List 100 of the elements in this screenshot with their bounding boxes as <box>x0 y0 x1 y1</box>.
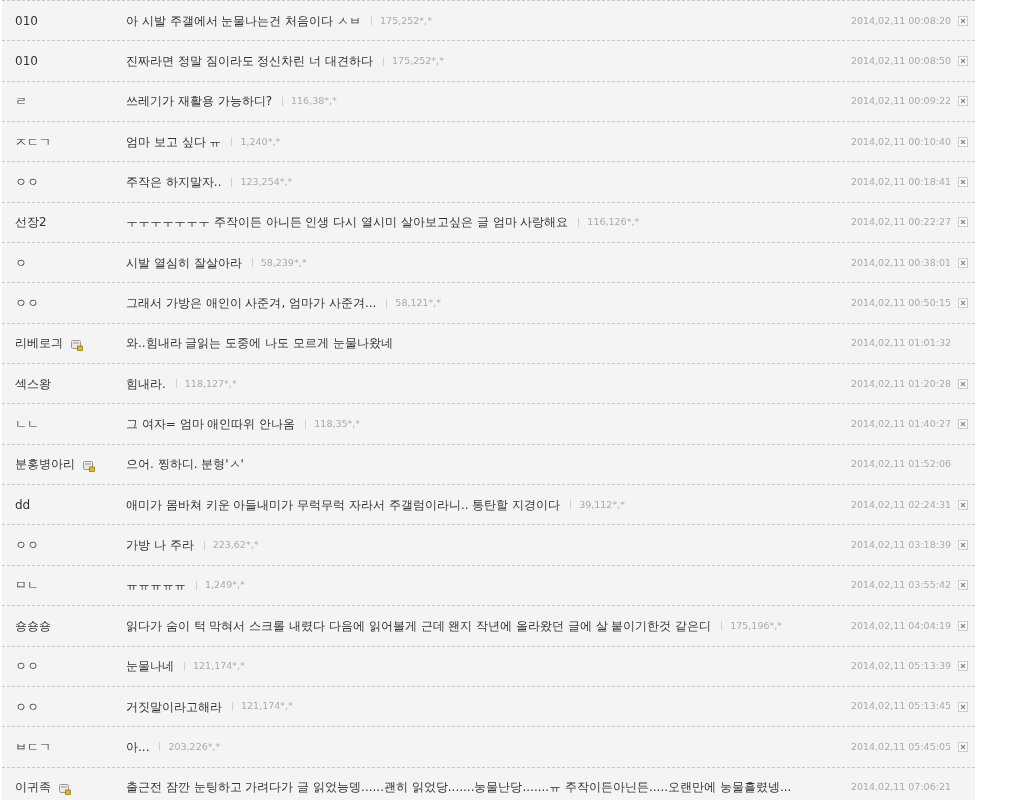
author-name[interactable]: 010 <box>15 11 38 30</box>
author-name[interactable]: ㄹ <box>15 92 27 111</box>
comment-text: 쓰레기가 재활용 가능하디? <box>126 93 272 111</box>
comment-date: 2014,02,11 01:52:06 <box>850 457 951 472</box>
author-name[interactable]: ㅁㄴ <box>15 576 39 595</box>
ip-address: 58,239*,* <box>260 255 307 270</box>
comment-text: 주작은 하지말자.. <box>126 174 222 192</box>
close-icon <box>960 58 966 64</box>
close-icon <box>960 17 966 24</box>
delete-button[interactable] <box>958 257 968 268</box>
author-name[interactable]: ㄴㄴ <box>15 415 39 434</box>
ip-address: 1,240*,* <box>240 134 281 149</box>
comment-text: 힘내라. <box>126 375 166 393</box>
comment-date: 2014,02,11 00:08:20 <box>850 13 951 28</box>
author-name[interactable]: ㅇㅇ <box>15 657 39 676</box>
delete-button[interactable] <box>958 741 968 752</box>
delete-button[interactable] <box>958 540 968 551</box>
close-icon <box>960 542 966 549</box>
comment-text: 가방 나 주라 <box>126 537 194 555</box>
author-name[interactable]: ㅇㅇ <box>15 697 39 716</box>
comment-date: 2014,02,11 05:13:39 <box>850 659 951 674</box>
author-name[interactable]: ㅈㄷㄱ <box>15 132 51 151</box>
comment-text: 아 시발 주갤에서 눈물나는건 처음이다 ㅅㅂ <box>126 12 362 30</box>
delete-button[interactable] <box>958 701 968 712</box>
delete-button[interactable] <box>958 499 968 510</box>
ip-address: 203,226*,* <box>168 739 221 754</box>
ip-address: 121,174*,* <box>193 659 245 674</box>
comment-text: 그 여자= 엄마 애인따위 안나옴 <box>126 416 296 434</box>
author-name[interactable]: 010 <box>15 52 38 70</box>
close-icon <box>960 98 966 105</box>
ip-address: 175,252*,* <box>392 53 444 68</box>
author-name[interactable]: ㅇㅇ <box>15 294 39 313</box>
comment-date: 2014,02,11 01:40:27 <box>850 417 951 431</box>
delete-button[interactable] <box>958 136 968 147</box>
author-name[interactable]: ㅇㅇ <box>15 536 39 555</box>
author-name[interactable]: 리베로긔 <box>15 334 63 353</box>
close-icon <box>960 300 966 307</box>
author-name[interactable]: ㅇ <box>15 253 27 272</box>
comment-date: 2014,02,11 00:08:50 <box>850 53 951 68</box>
delete-button[interactable] <box>958 378 968 389</box>
gallery-badge-icon[interactable] <box>71 340 83 352</box>
comment-date: 2014,02,11 01:01:32 <box>850 336 951 351</box>
delete-button[interactable] <box>958 96 968 107</box>
comment-date: 2014,02,11 05:13:45 <box>850 699 951 714</box>
comment-text: 눈물나네 <box>126 658 174 676</box>
comment-date: 2014,02,11 00:22:27 <box>850 215 951 230</box>
ip-address: 39,112*,* <box>579 497 625 512</box>
author-name[interactable]: 분홍병아리 <box>15 455 75 474</box>
comment-date: 2014,02,11 07:06:21 <box>850 780 951 795</box>
author-name[interactable]: 섹스왕 <box>15 374 51 393</box>
gallery-badge-icon[interactable] <box>59 784 71 796</box>
close-icon <box>960 582 966 589</box>
comment-date: 2014,02,11 03:18:39 <box>850 538 951 552</box>
close-icon <box>960 179 966 186</box>
delete-button[interactable] <box>958 177 968 188</box>
delete-button[interactable] <box>958 620 968 631</box>
close-icon <box>960 622 966 629</box>
delete-button[interactable] <box>958 217 968 228</box>
gallery-badge-icon[interactable] <box>83 461 95 473</box>
comment-text: 와..힘내라 글읽는 도중에 나도 모르게 눈물나왔네 <box>126 335 393 353</box>
author-name[interactable]: 이귀족 <box>15 778 51 797</box>
author-name[interactable]: ㅇㅇ <box>15 173 39 192</box>
close-icon <box>960 421 966 428</box>
comment-text: 그래서 가방은 애인이 사준겨, 엄마가 사준겨... <box>126 295 377 313</box>
author-name[interactable]: dd <box>15 495 31 514</box>
ip-address: 121,174*,* <box>241 699 293 714</box>
comment-text: ㅜㅜㅜㅜㅜㅜㅜ 주작이든 아니든 인생 다시 열시미 살아보고싶은 글 엄마 사랑해요 <box>126 214 569 232</box>
close-icon <box>960 259 966 266</box>
ip-address: 116,38*,* <box>291 94 337 109</box>
comment-text: 거짓말이라고해라 <box>126 698 222 716</box>
comment-text: 으어. 찡하디. 분형'ㅅ' <box>126 456 244 474</box>
ip-address: 58,121*,* <box>395 295 442 310</box>
delete-button[interactable] <box>958 298 968 309</box>
author-name[interactable]: 선장2 <box>15 213 47 232</box>
author-name[interactable]: 숑숑숑 <box>15 616 51 635</box>
ip-address: 1,249*,* <box>205 578 245 593</box>
ip-address: 118,35*,* <box>314 417 361 431</box>
delete-button[interactable] <box>958 419 968 430</box>
close-icon <box>960 380 966 387</box>
comment-date: 2014,02,11 00:38:01 <box>850 255 951 270</box>
delete-button[interactable] <box>958 15 968 26</box>
comment-date: 2014,02,11 00:09:22 <box>850 94 951 109</box>
comment-text: 출근전 잠깐 눈팅하고 가려다가 글 읽었능뎅......괜히 읽었당.......눙물난당.......ㅠ 주작이든아닌든.....오랜만에 눙물흘렸넹... <box>126 779 792 797</box>
comment-date: 2014,02,11 00:18:41 <box>850 174 951 189</box>
ip-address: 118,127*,* <box>184 376 237 391</box>
comment-date: 2014,02,11 02:24:31 <box>850 497 951 512</box>
comment-date: 2014,02,11 00:10:40 <box>850 134 951 149</box>
delete-button[interactable] <box>958 56 968 66</box>
comment-date: 2014,02,11 01:20:28 <box>850 376 951 391</box>
comment-text: 엄마 보고 싶다 ㅠ <box>126 133 222 151</box>
ip-address: 116,126*,* <box>587 215 640 230</box>
author-name[interactable]: ㅂㄷㄱ <box>15 737 51 756</box>
close-icon <box>960 703 966 710</box>
ip-address: 123,254*,* <box>240 174 293 189</box>
comment-date: 2014,02,11 03:55:42 <box>850 578 951 593</box>
ip-address: 223,62*,* <box>212 538 259 552</box>
delete-button[interactable] <box>958 580 968 591</box>
comment-text: ㅠㅠㅠㅠㅠ <box>126 577 186 595</box>
comment-date: 2014,02,11 05:45:05 <box>850 739 951 754</box>
delete-button[interactable] <box>958 661 968 672</box>
